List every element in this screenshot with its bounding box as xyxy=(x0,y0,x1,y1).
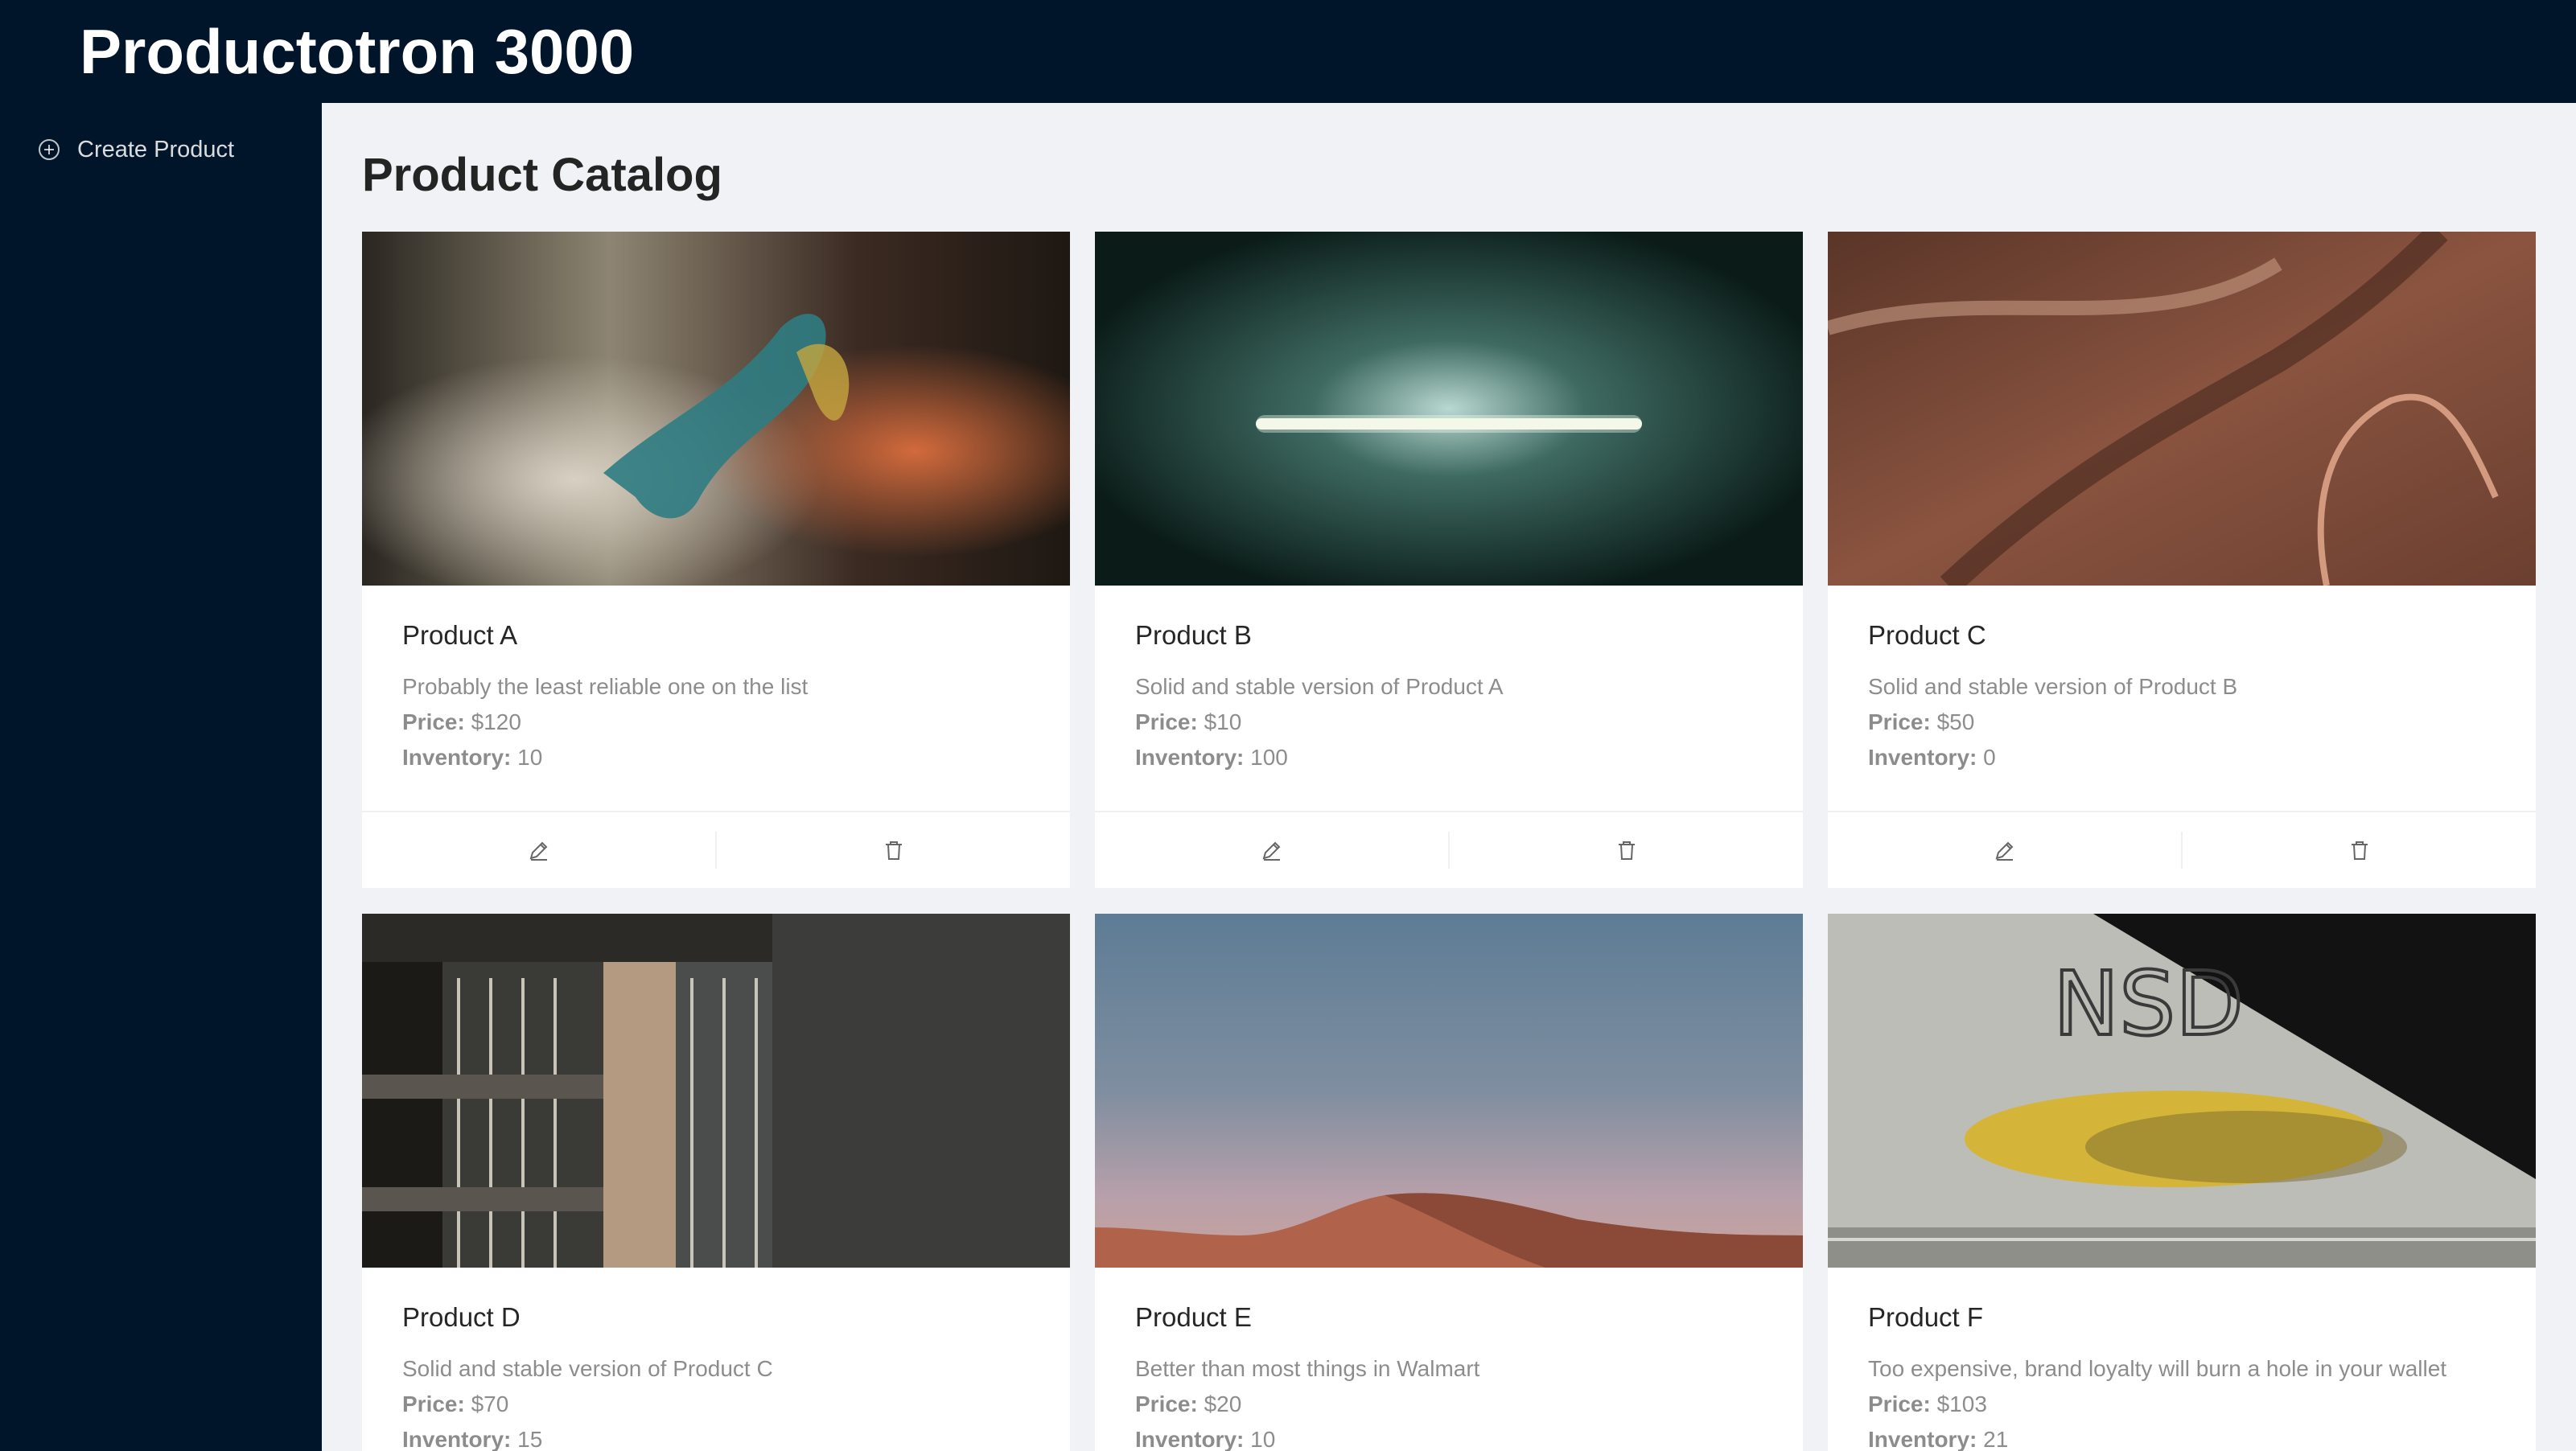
card-actions xyxy=(1828,811,2536,888)
product-name: Product E xyxy=(1135,1302,1252,1332)
inventory-value: 100 xyxy=(1250,745,1288,770)
product-description: Better than most things in Walmart xyxy=(1135,1356,1480,1381)
product-price: Price: $10 xyxy=(1135,705,1763,740)
inventory-value: 21 xyxy=(1983,1427,2009,1451)
product-name: Product B xyxy=(1135,620,1252,650)
price-label: Price: xyxy=(1868,709,1931,734)
product-card-body: Product D Solid and stable version of Pr… xyxy=(362,1268,1070,1451)
product-description: Solid and stable version of Product C xyxy=(402,1356,773,1381)
product-image xyxy=(362,232,1070,586)
price-value: $50 xyxy=(1936,709,1975,734)
product-card: Product E Better than most things in Wal… xyxy=(1095,914,1803,1451)
product-name: Product A xyxy=(402,620,518,650)
sidebar-item-label: Create Product xyxy=(77,136,235,162)
plus-circle-icon xyxy=(37,138,61,162)
product-card: Product B Solid and stable version of Pr… xyxy=(1095,232,1803,888)
product-inventory: Inventory: 100 xyxy=(1135,740,1763,775)
price-value: $103 xyxy=(1936,1391,1987,1416)
price-value: $10 xyxy=(1204,709,1242,734)
edit-button[interactable] xyxy=(1828,832,2181,869)
product-card-body: Product F Too expensive, brand loyalty w… xyxy=(1828,1268,2536,1451)
inventory-value: 10 xyxy=(517,745,543,770)
product-price: Price: $50 xyxy=(1868,705,2496,740)
delete-button[interactable] xyxy=(2181,832,2536,869)
inventory-label: Inventory: xyxy=(1135,1427,1245,1451)
price-label: Price: xyxy=(402,709,465,734)
product-image xyxy=(1095,914,1803,1268)
edit-icon xyxy=(1262,841,1280,861)
product-card: Product A Probably the least reliable on… xyxy=(362,232,1070,888)
product-inventory: Inventory: 0 xyxy=(1868,740,2496,775)
app-header: Productotron 3000 xyxy=(0,0,2576,103)
product-description: Solid and stable version of Product B xyxy=(1868,674,2238,699)
delete-button[interactable] xyxy=(1448,832,1803,869)
product-inventory: Inventory: 21 xyxy=(1868,1422,2496,1451)
graffiti-text: NSD xyxy=(2053,952,2244,1055)
edit-button[interactable] xyxy=(1095,832,1448,869)
card-actions xyxy=(1095,811,1803,888)
sidebar-item-create-product[interactable]: Create Product xyxy=(37,127,234,172)
card-actions xyxy=(362,811,1070,888)
product-price: Price: $20 xyxy=(1135,1387,1763,1422)
inventory-label: Inventory: xyxy=(1135,745,1245,770)
product-image xyxy=(1828,232,2536,586)
delete-icon xyxy=(2351,841,2368,860)
product-name: Product F xyxy=(1868,1302,1984,1332)
product-description: Solid and stable version of Product A xyxy=(1135,674,1504,699)
price-value: $70 xyxy=(471,1391,509,1416)
price-label: Price: xyxy=(402,1391,465,1416)
product-price: Price: $103 xyxy=(1868,1387,2496,1422)
inventory-value: 15 xyxy=(517,1427,543,1451)
product-card: Product C Solid and stable version of Pr… xyxy=(1828,232,2536,888)
product-inventory: Inventory: 10 xyxy=(402,740,1030,775)
app-title: Productotron 3000 xyxy=(80,16,635,87)
inventory-value: 0 xyxy=(1983,745,1996,770)
product-inventory: Inventory: 10 xyxy=(1135,1422,1763,1451)
product-card-body: Product A Probably the least reliable on… xyxy=(362,586,1070,811)
delete-icon xyxy=(1618,841,1635,860)
price-value: $20 xyxy=(1204,1391,1242,1416)
inventory-label: Inventory: xyxy=(402,745,512,770)
product-description: Probably the least reliable one on the l… xyxy=(402,674,809,699)
edit-icon xyxy=(529,841,547,861)
product-card-body: Product B Solid and stable version of Pr… xyxy=(1095,586,1803,811)
product-image xyxy=(1095,232,1803,586)
product-image xyxy=(362,914,1070,1268)
product-price: Price: $70 xyxy=(402,1387,1030,1422)
product-name: Product D xyxy=(402,1302,521,1332)
price-label: Price: xyxy=(1135,1391,1198,1416)
product-card: Product D Solid and stable version of Pr… xyxy=(362,914,1070,1451)
edit-button[interactable] xyxy=(362,832,715,869)
product-card-body: Product E Better than most things in Wal… xyxy=(1095,1268,1803,1451)
product-description: Too expensive, brand loyalty will burn a… xyxy=(1868,1356,2447,1381)
delete-button[interactable] xyxy=(715,832,1070,869)
product-card-body: Product C Solid and stable version of Pr… xyxy=(1828,586,2536,811)
price-label: Price: xyxy=(1135,709,1198,734)
product-price: Price: $120 xyxy=(402,705,1030,740)
main-content: Product Catalog Product A Probably the l… xyxy=(322,103,2576,1451)
edit-icon xyxy=(1995,841,2013,861)
inventory-label: Inventory: xyxy=(402,1427,512,1451)
inventory-value: 10 xyxy=(1250,1427,1276,1451)
delete-icon xyxy=(885,841,902,860)
product-name: Product C xyxy=(1868,620,1986,650)
page-title: Product Catalog xyxy=(362,149,722,201)
product-card: NSD Product F Too expensive, brand loyal… xyxy=(1828,914,2536,1451)
product-inventory: Inventory: 15 xyxy=(402,1422,1030,1451)
price-value: $120 xyxy=(471,709,521,734)
product-image: NSD xyxy=(1828,914,2536,1268)
sidebar: Create Product xyxy=(0,103,322,1451)
inventory-label: Inventory: xyxy=(1868,1427,1977,1451)
price-label: Price: xyxy=(1868,1391,1931,1416)
inventory-label: Inventory: xyxy=(1868,745,1977,770)
